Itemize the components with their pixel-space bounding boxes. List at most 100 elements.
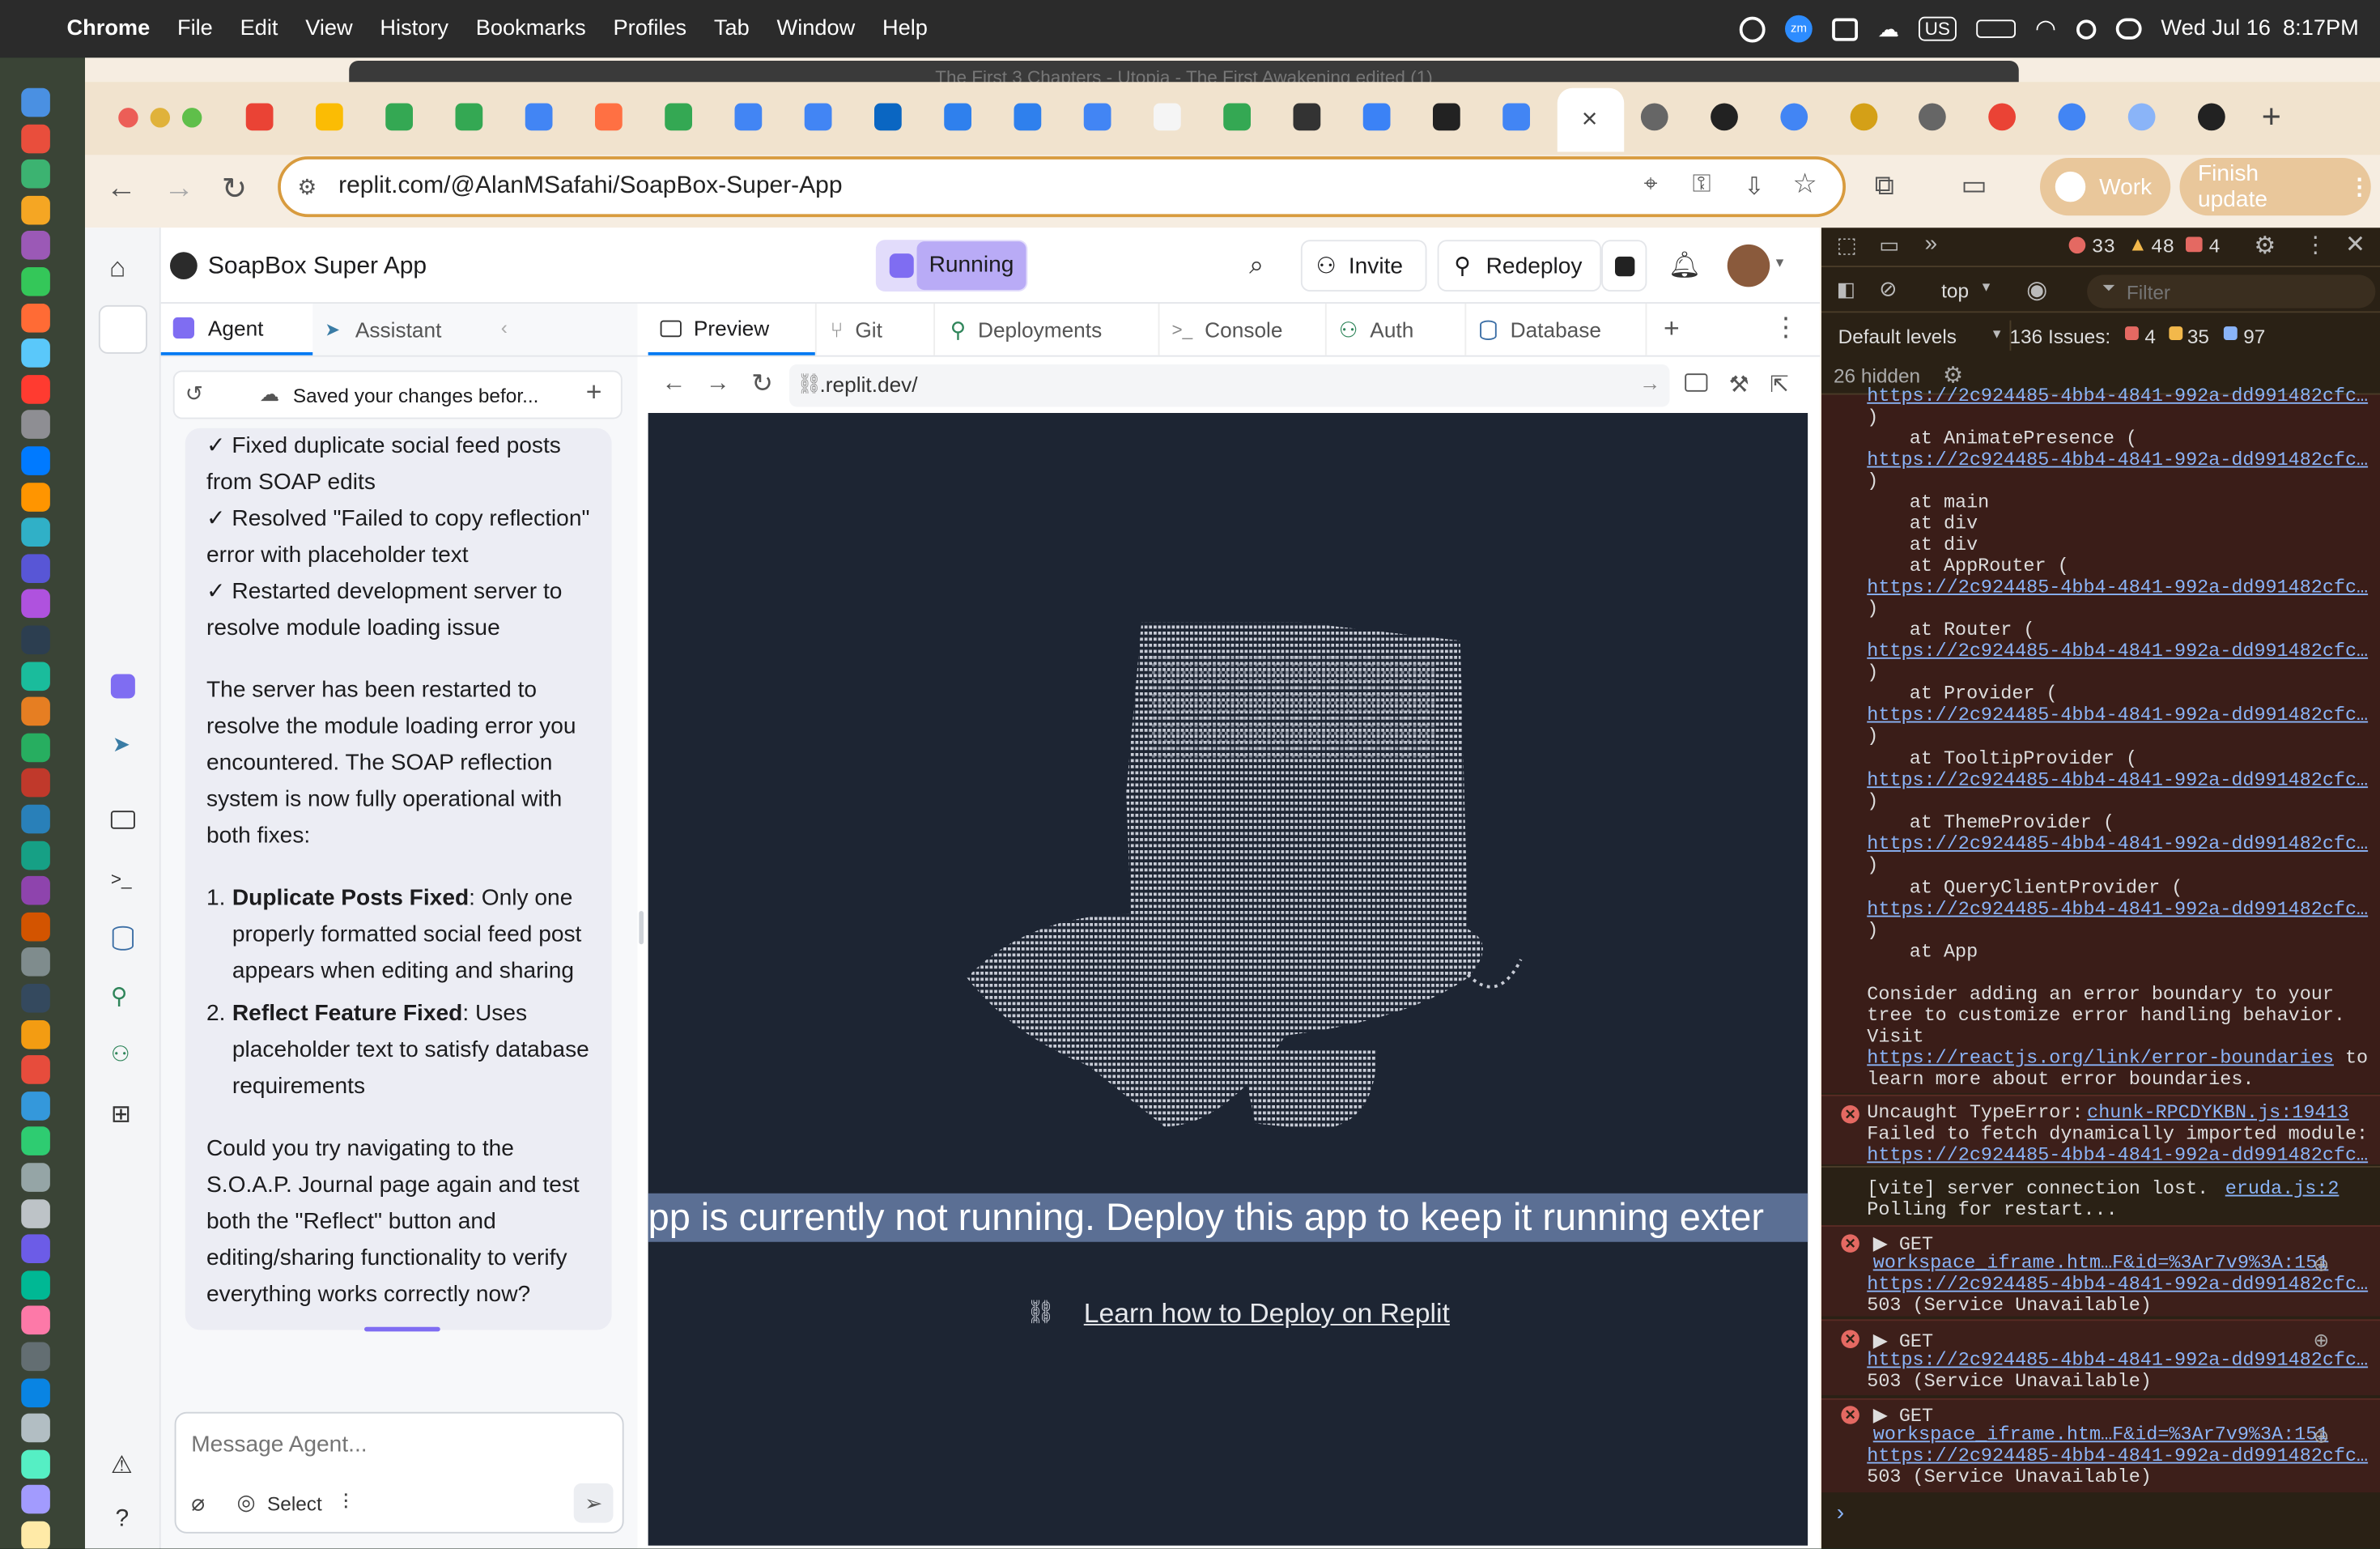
dock-app-icon[interactable] <box>21 517 50 547</box>
iframe-link[interactable]: workspace_iframe.htm…F&id=%3Ar7v9%3A:151 <box>1873 1424 2329 1445</box>
live-expression-eye-icon[interactable]: ◉ <box>2026 274 2047 305</box>
dock-app-icon[interactable] <box>21 374 50 404</box>
notifications-bell-icon[interactable]: 🔔︎ <box>1668 250 1701 281</box>
tab-assistant[interactable]: ➤ Assistant <box>312 304 489 355</box>
profile-chip[interactable]: Work <box>2040 158 2171 216</box>
install-app-icon[interactable]: ⇩ <box>1744 172 1764 202</box>
forward-icon[interactable]: → <box>164 172 195 206</box>
tab-favicon-icon[interactable] <box>1083 103 1111 131</box>
dock-app-icon[interactable] <box>21 1342 50 1372</box>
sidebar-toggle-icon[interactable]: ◧ <box>1837 278 1855 302</box>
dock-app-icon[interactable] <box>21 696 50 726</box>
address-bar[interactable]: ⚙ replit.com/@AlanMSafahi/SoapBox-Super-… <box>278 156 1846 218</box>
tab-favicon-icon[interactable] <box>1223 103 1251 131</box>
auth-rail-icon[interactable]: ⚇ <box>111 1041 130 1067</box>
dock-app-icon[interactable] <box>21 338 50 368</box>
dock-app-icon[interactable] <box>21 1126 50 1156</box>
help-icon[interactable]: ? <box>116 1506 130 1534</box>
stack-link[interactable]: https://2c924485-4bb4-4841-992a-dd991482… <box>1867 899 2368 920</box>
all-tools-grid-icon[interactable]: ⊞ <box>111 1100 131 1130</box>
tab-favicon-icon[interactable] <box>1362 103 1391 131</box>
menu-help[interactable]: Help <box>882 17 928 41</box>
battery-icon[interactable] <box>1975 19 2016 38</box>
zoom-icon[interactable]: zm <box>1785 15 1813 43</box>
tab-favicon-icon[interactable] <box>874 103 902 131</box>
side-panel-icon[interactable]: ▭ <box>1961 170 1987 202</box>
tab-favicon-icon[interactable] <box>1780 103 1808 131</box>
close-window-button[interactable] <box>118 108 138 128</box>
avatar-chevron-down-icon[interactable]: ▾ <box>1776 255 1783 272</box>
stack-link[interactable]: https://2c924485-4bb4-4841-992a-dd991482… <box>1867 1445 2368 1466</box>
filter-input[interactable] <box>2126 278 2355 305</box>
tab-favicon-icon[interactable] <box>665 103 692 131</box>
iframe-link[interactable]: workspace_iframe.htm…F&id=%3Ar7v9%3A:151 <box>1873 1253 2329 1274</box>
outlook-icon[interactable] <box>1832 17 1859 40</box>
preview-url-text[interactable]: .replit.dev/ <box>820 372 918 396</box>
dock-app-icon[interactable] <box>21 625 50 655</box>
tab-favicon-icon[interactable] <box>245 103 274 131</box>
dock-app-icon[interactable] <box>21 1413 50 1443</box>
menu-app-name[interactable]: Chrome <box>67 17 151 41</box>
url-text[interactable]: replit.com/@AlanMSafahi/SoapBox-Super-Ap… <box>338 173 842 201</box>
dock-app-icon[interactable] <box>21 303 50 332</box>
password-key-icon[interactable]: ⚿ <box>1693 172 1711 199</box>
device-toolbar-icon[interactable]: ▭ <box>1879 232 1899 258</box>
stack-link[interactable]: https://2c924485-4bb4-4841-992a-dd991482… <box>1867 1145 2368 1166</box>
tab-favicon-icon[interactable] <box>1502 103 1530 131</box>
menu-profiles[interactable]: Profiles <box>614 17 687 41</box>
dock-app-icon[interactable] <box>21 446 50 475</box>
filter-box[interactable]: ⏷ <box>2087 274 2376 309</box>
menubar-datetime[interactable]: Wed Jul 16 8:17PM <box>2161 17 2358 41</box>
message-agent-input[interactable] <box>191 1425 601 1462</box>
wifi-icon[interactable]: ◠ <box>2035 14 2056 45</box>
devtools-wrench-icon[interactable]: ⚒ <box>1729 371 1749 398</box>
preview-reload-icon[interactable]: ↻ <box>751 369 773 400</box>
dock-app-icon[interactable] <box>21 1449 50 1479</box>
active-tab[interactable]: × <box>1557 87 1625 152</box>
keyboard-layout-icon[interactable]: US <box>1919 16 1957 41</box>
menu-edit[interactable]: Edit <box>240 17 278 41</box>
dock-app-icon[interactable] <box>21 1270 50 1300</box>
finish-update-button[interactable]: Finish update ⋮ <box>2179 158 2371 216</box>
weather-icon[interactable]: ☁ <box>1877 16 1898 42</box>
home-icon[interactable]: ⌂ <box>109 252 125 283</box>
redeploy-button[interactable]: ⚲ Redeploy <box>1437 240 1602 292</box>
inspect-element-icon[interactable]: ⬚ <box>1837 232 1857 258</box>
dock-app-icon[interactable] <box>21 231 50 261</box>
bookmark-star-icon[interactable]: ☆ <box>1792 168 1817 200</box>
tab-favicon-icon[interactable] <box>734 103 763 131</box>
new-tab-button[interactable]: + <box>2262 97 2281 137</box>
issue-count[interactable]: 4 <box>2208 236 2221 258</box>
issues-info-count[interactable]: 97 <box>2243 325 2265 347</box>
tab-favicon-icon[interactable] <box>1014 103 1042 131</box>
deploy-options-button[interactable] <box>1601 240 1647 292</box>
dock-app-icon[interactable] <box>21 553 50 583</box>
pane-menu-icon[interactable]: ⋮ <box>1773 313 1799 343</box>
stack-link[interactable]: https://2c924485-4bb4-4841-992a-dd991482… <box>1867 704 2368 726</box>
tab-favicon-icon[interactable] <box>385 103 413 131</box>
assistant-rail-icon[interactable]: ➤ <box>113 732 130 758</box>
settings-sliders-icon[interactable]: ⫶ <box>343 1489 349 1515</box>
more-menu-icon[interactable]: ⋮ <box>2348 173 2371 201</box>
stack-link[interactable]: https://2c924485-4bb4-4841-992a-dd991482… <box>1867 577 2368 598</box>
dock-app-icon[interactable] <box>21 267 50 296</box>
search-icon[interactable]: ⌕ <box>1249 250 1264 281</box>
close-tab-icon[interactable]: × <box>1582 104 1598 135</box>
user-avatar[interactable] <box>1727 244 1770 287</box>
dock-app-icon[interactable] <box>21 947 50 977</box>
levels-dropdown[interactable]: Default levels <box>1838 325 1957 347</box>
menu-tab[interactable]: Tab <box>714 17 750 41</box>
dock-app-icon[interactable] <box>21 1377 50 1407</box>
invite-button[interactable]: ⚇ Invite <box>1300 240 1427 292</box>
agent-rail-icon[interactable] <box>110 674 135 699</box>
stack-link[interactable]: https://2c924485-4bb4-4841-992a-dd991482… <box>1867 640 2368 662</box>
go-arrow-icon[interactable]: → <box>1639 371 1660 395</box>
run-status-button[interactable]: Running <box>875 240 1028 292</box>
issues-label[interactable]: 136 Issues: <box>2010 325 2111 347</box>
preview-forward-icon[interactable]: → <box>706 371 730 398</box>
tab-deployments[interactable]: ⚲ Deployments <box>933 304 1158 355</box>
tab-favicon-icon[interactable] <box>944 103 971 131</box>
dock-app-icon[interactable] <box>21 733 50 762</box>
error-boundaries-link[interactable]: https://reactjs.org/link/error-boundarie… <box>1867 1048 2334 1069</box>
error-count[interactable]: 33 <box>2092 236 2115 258</box>
